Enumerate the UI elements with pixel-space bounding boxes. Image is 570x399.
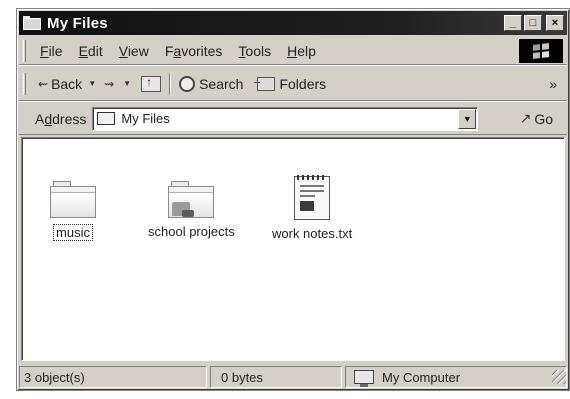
explorer-window: My Files _ □ × File Edit View Favorites … bbox=[16, 8, 570, 391]
status-size: 0 bytes bbox=[210, 366, 342, 388]
go-button[interactable]: ↗ Go bbox=[520, 110, 553, 127]
computer-icon bbox=[354, 370, 374, 387]
search-label: Search bbox=[199, 75, 244, 92]
menu-file[interactable]: File bbox=[40, 43, 63, 59]
address-input[interactable]: My Files ▼ bbox=[92, 106, 479, 131]
window-title: My Files bbox=[47, 14, 108, 32]
back-label: Back bbox=[51, 75, 83, 92]
folders-label: Folders bbox=[279, 75, 327, 92]
windows-logo-icon bbox=[519, 38, 563, 63]
toolbar-overflow-icon[interactable]: » bbox=[549, 76, 557, 92]
menu-favorites[interactable]: Favorites bbox=[165, 43, 223, 59]
text-file-icon bbox=[294, 175, 331, 220]
status-objects: 3 object(s) bbox=[19, 366, 207, 388]
toolbar-separator bbox=[169, 72, 172, 95]
up-folder-icon[interactable] bbox=[141, 75, 162, 92]
maximize-button[interactable]: □ bbox=[524, 15, 542, 31]
address-value: My Files bbox=[121, 111, 170, 126]
search-icon bbox=[179, 75, 196, 92]
folders-button[interactable]: Folders bbox=[254, 75, 327, 92]
minimize-button[interactable]: _ bbox=[504, 15, 522, 31]
resize-grip-icon[interactable] bbox=[552, 370, 566, 384]
file-list-view[interactable]: music school projects work notes.txt bbox=[21, 137, 565, 361]
forward-button[interactable]: ⇝ ▼ bbox=[104, 77, 131, 91]
file-item-work-notes[interactable]: work notes.txt bbox=[270, 175, 354, 241]
status-bar: 3 object(s) 0 bytes My Computer bbox=[19, 365, 567, 389]
file-item-school-projects[interactable]: school projects bbox=[146, 180, 237, 239]
search-button[interactable]: Search bbox=[179, 75, 244, 92]
folder-icon bbox=[50, 180, 96, 218]
folder-icon bbox=[23, 16, 41, 30]
status-zone-label: My Computer bbox=[382, 369, 461, 385]
file-label: music bbox=[53, 224, 93, 241]
go-label: Go bbox=[534, 110, 553, 127]
go-arrow-icon: ↗ bbox=[519, 110, 532, 126]
menu-bar: File Edit View Favorites Tools Help bbox=[19, 37, 567, 65]
back-arrow-icon: ⇜ bbox=[38, 76, 49, 91]
standard-toolbar: ⇜ Back ▼ ⇝ ▼ Search Folders » bbox=[19, 67, 567, 101]
back-button[interactable]: ⇜ Back ▼ bbox=[38, 76, 96, 92]
status-zone: My Computer bbox=[345, 366, 567, 388]
menu-bar-grip[interactable] bbox=[23, 39, 26, 62]
folders-icon bbox=[254, 76, 276, 91]
close-button[interactable]: × bbox=[546, 15, 564, 31]
toolbar-grip[interactable] bbox=[23, 72, 26, 95]
title-bar[interactable]: My Files _ □ × bbox=[19, 11, 567, 35]
chevron-down-icon[interactable]: ▼ bbox=[88, 79, 96, 88]
folder-icon bbox=[97, 112, 116, 125]
menu-help[interactable]: Help bbox=[287, 43, 316, 59]
file-label: school projects bbox=[148, 224, 235, 239]
forward-arrow-icon: ⇝ bbox=[104, 76, 115, 91]
address-label: Address bbox=[35, 110, 87, 127]
menu-view[interactable]: View bbox=[119, 43, 149, 59]
address-bar: Address My Files ▼ ↗ Go bbox=[19, 103, 567, 135]
chevron-down-icon[interactable]: ▼ bbox=[123, 79, 131, 88]
file-label: work notes.txt bbox=[272, 226, 353, 241]
menu-tools[interactable]: Tools bbox=[238, 43, 271, 59]
shared-folder-icon bbox=[168, 180, 215, 218]
menu-edit[interactable]: Edit bbox=[79, 43, 103, 59]
file-item-music[interactable]: music bbox=[50, 180, 96, 241]
chevron-down-icon[interactable]: ▼ bbox=[458, 108, 477, 129]
